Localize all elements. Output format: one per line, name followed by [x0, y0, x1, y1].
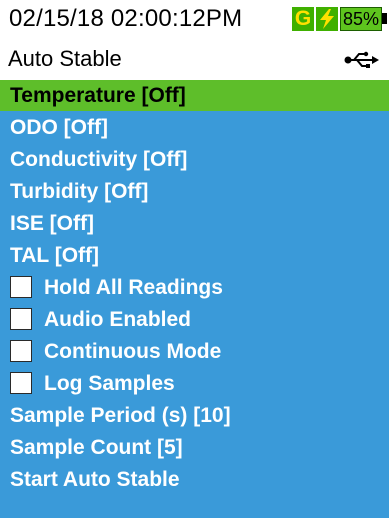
menu-item-turbidity[interactable]: Turbidity [Off] [0, 176, 389, 207]
menu-item-label: Log Samples [44, 372, 175, 395]
log-samples-checkbox[interactable] [10, 372, 32, 394]
menu-item-label: Start Auto Stable [10, 468, 180, 491]
menu-item-temperature[interactable]: Temperature [Off] [0, 80, 389, 111]
title-row: Auto Stable [0, 38, 389, 80]
usb-icon [344, 51, 380, 74]
menu-item-label: ODO [Off] [10, 116, 108, 139]
menu-item-label: TAL [Off] [10, 244, 100, 267]
menu-item-continuous-mode[interactable]: Continuous Mode [0, 336, 389, 367]
hold-all-readings-checkbox[interactable] [10, 276, 32, 298]
audio-enabled-checkbox[interactable] [10, 308, 32, 330]
page-title: Auto Stable [8, 46, 122, 71]
menu-item-label: Sample Period (s) [10] [10, 404, 231, 427]
menu-item-label: Continuous Mode [44, 340, 222, 363]
menu-item-label: Temperature [Off] [10, 84, 186, 107]
lightning-bolt-icon [316, 7, 338, 31]
menu-item-tal[interactable]: TAL [Off] [0, 240, 389, 271]
menu-item-sample-period[interactable]: Sample Period (s) [10] [0, 400, 389, 431]
device-screen: 02/15/18 02:00:12PM G 85% Auto Stable Te… [0, 0, 389, 518]
battery-tip [382, 13, 387, 24]
menu-item-label: ISE [Off] [10, 212, 94, 235]
status-bar: 02/15/18 02:00:12PM G 85% [0, 0, 389, 38]
menu-item-label: Turbidity [Off] [10, 180, 149, 203]
gps-badge: G [292, 7, 314, 31]
continuous-mode-checkbox[interactable] [10, 340, 32, 362]
menu-item-start-auto-stable[interactable]: Start Auto Stable [0, 464, 389, 495]
battery-indicator: 85% [340, 7, 382, 31]
menu-item-hold-all-readings[interactable]: Hold All Readings [0, 272, 389, 303]
menu-item-label: Audio Enabled [44, 308, 191, 331]
menu-list: Temperature [Off] ODO [Off] Conductivity… [0, 80, 389, 518]
menu-item-conductivity[interactable]: Conductivity [Off] [0, 144, 389, 175]
menu-item-sample-count[interactable]: Sample Count [5] [0, 432, 389, 463]
menu-item-label: Hold All Readings [44, 276, 223, 299]
menu-item-ise[interactable]: ISE [Off] [0, 208, 389, 239]
menu-item-label: Conductivity [Off] [10, 148, 188, 171]
menu-item-odo[interactable]: ODO [Off] [0, 112, 389, 143]
datetime: 02/15/18 02:00:12PM [9, 5, 243, 32]
menu-item-audio-enabled[interactable]: Audio Enabled [0, 304, 389, 335]
menu-item-label: Sample Count [5] [10, 436, 183, 459]
menu-item-log-samples[interactable]: Log Samples [0, 368, 389, 399]
